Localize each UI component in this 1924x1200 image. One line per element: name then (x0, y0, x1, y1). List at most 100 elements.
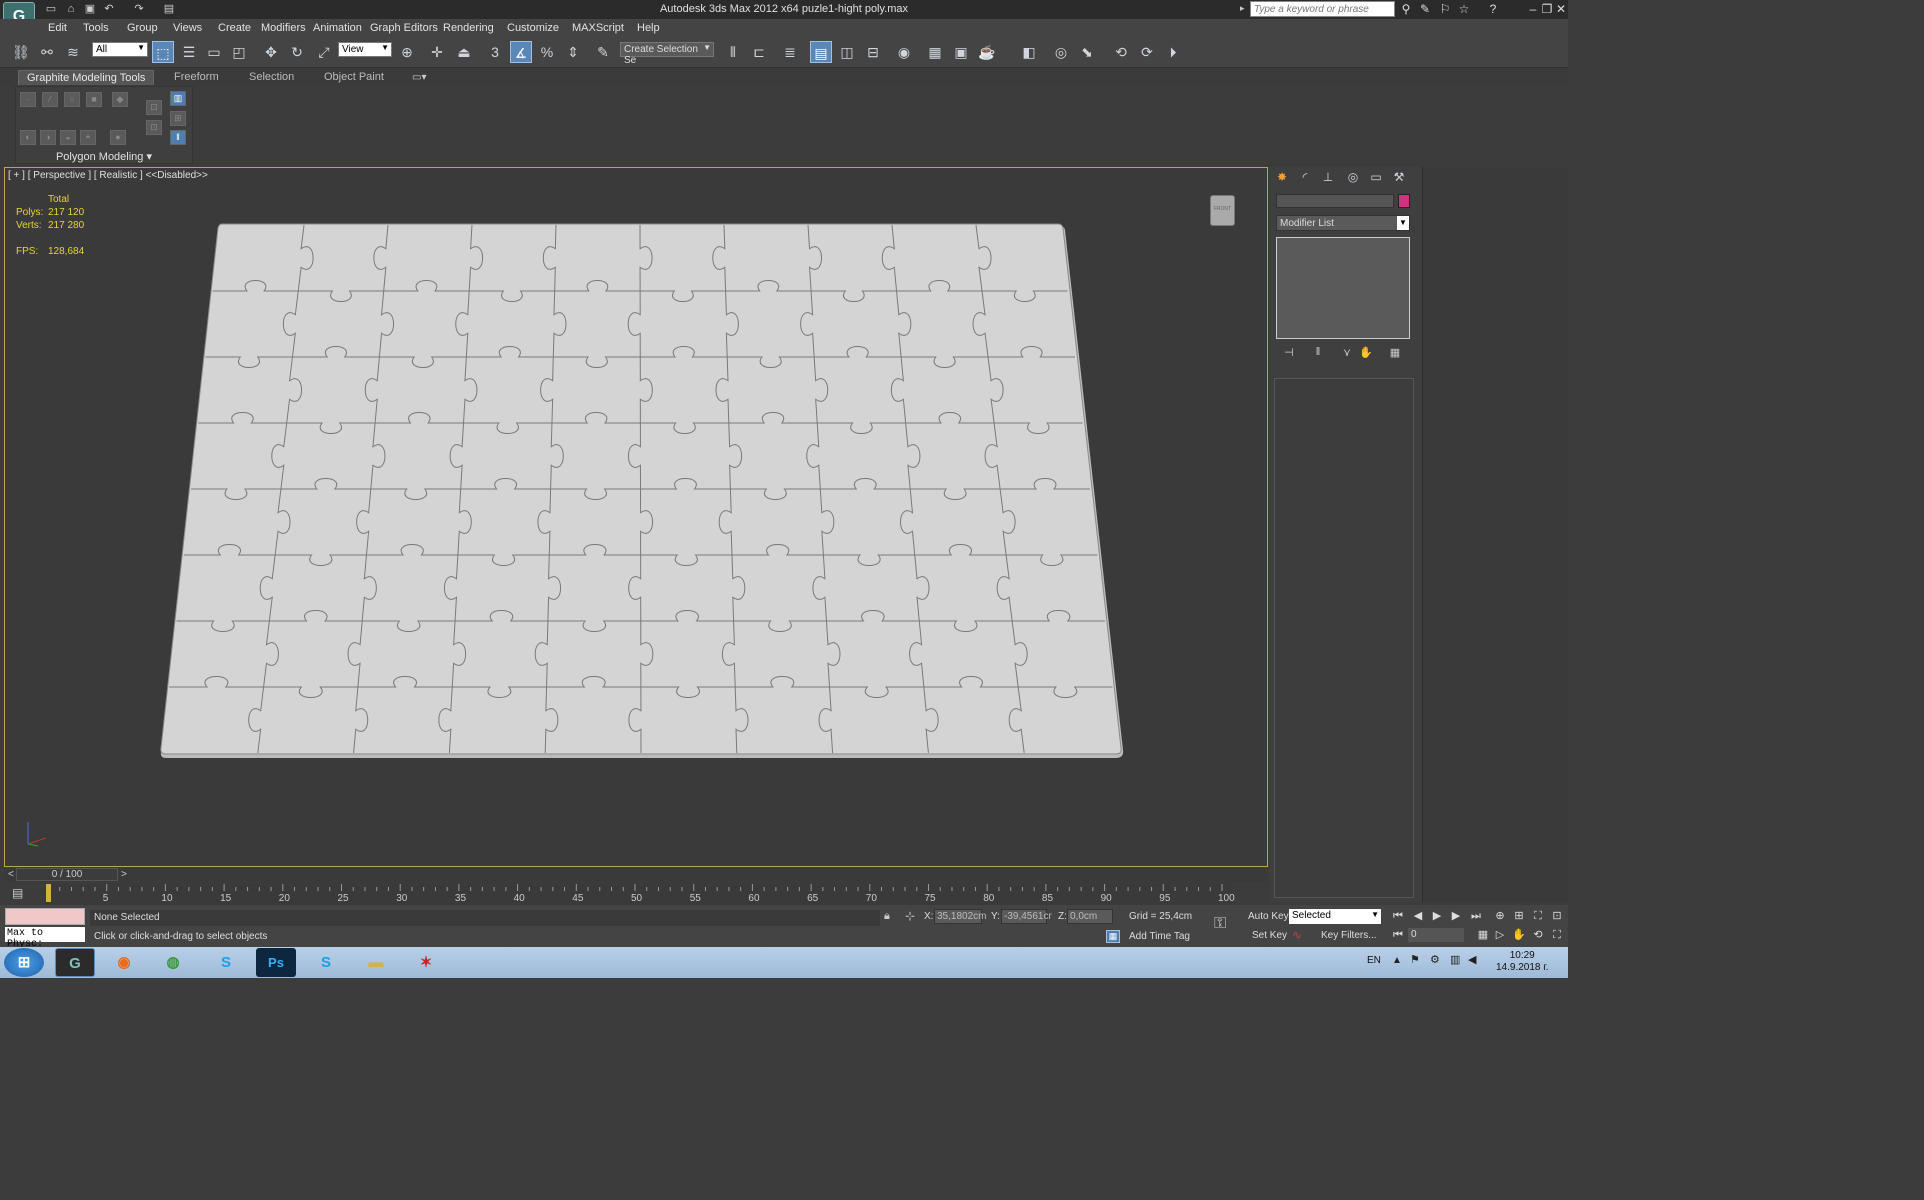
toggle-command-panel-icon[interactable]: ▥ (170, 91, 186, 106)
render-setup-icon[interactable]: ▦ (924, 41, 946, 63)
plugin-a-icon[interactable]: ◧ (1018, 41, 1040, 63)
modifier-stack[interactable] (1276, 237, 1410, 339)
search-input[interactable]: Type a keyword or phrase (1250, 1, 1395, 17)
scale-icon[interactable]: ⤢ (313, 41, 335, 63)
menu-create[interactable]: Create (218, 22, 251, 34)
rendered-frame-icon[interactable]: ▣ (950, 41, 972, 63)
menu-views[interactable]: Views (173, 22, 202, 34)
apply-editable-poly-icon[interactable]: ◓ (80, 130, 96, 145)
menu-help[interactable]: Help (637, 22, 660, 34)
swift-loop-icon[interactable]: ‖ (170, 130, 186, 145)
show-end-result-icon[interactable]: ‖ (1310, 346, 1326, 360)
menu-rendering[interactable]: Rendering (443, 22, 494, 34)
y-coordinate-field[interactable]: -39,4561cr (1001, 909, 1052, 924)
taskbar-explorer-icon[interactable]: ▬ (356, 948, 396, 977)
prev-frame-arrow[interactable]: < (8, 869, 14, 880)
rectangular-selection-icon[interactable]: ▭ (203, 41, 225, 63)
menu-group[interactable]: Group (127, 22, 158, 34)
graphite-toggle-icon[interactable]: ▤ (810, 41, 832, 63)
element-icon[interactable]: ◆ (112, 92, 128, 107)
tab-graphite-modeling-tools[interactable]: Graphite Modeling Tools (18, 70, 155, 85)
next-frame-arrow[interactable]: > (121, 869, 127, 880)
add-time-tag-button[interactable]: Add Time Tag (1129, 931, 1190, 942)
taskbar-photoshop-icon[interactable]: Ps (256, 948, 296, 977)
polygon-modeling-dropdown[interactable]: Polygon Modeling ▾ (15, 150, 193, 164)
tab-selection[interactable]: Selection (241, 70, 302, 85)
taskbar-skype-icon[interactable]: S (206, 948, 246, 977)
volume-icon[interactable]: ◀ (1468, 953, 1476, 966)
angle-snap-icon[interactable]: ∡ (510, 41, 532, 63)
select-object-icon[interactable]: ⬚ (152, 41, 174, 63)
puzzle-model[interactable] (158, 222, 1126, 768)
time-slider-thumb[interactable]: 0 / 100 (16, 868, 118, 881)
spinner-snap-icon[interactable]: ⇕ (562, 41, 584, 63)
clock[interactable]: 10:29 14.9.2018 г. (1496, 950, 1548, 974)
search-expand-icon[interactable]: ▸ (1240, 3, 1245, 14)
unlink-icon[interactable]: ⚯ (36, 41, 58, 63)
previous-frame-icon[interactable]: ◀ (1410, 909, 1426, 923)
rotate-icon[interactable]: ↻ (286, 41, 308, 63)
selection-lock-icon[interactable]: 🔒︎ (884, 910, 890, 923)
orbit-icon[interactable]: ⟲ (1530, 928, 1546, 942)
align-icon[interactable]: ⊏ (748, 41, 770, 63)
schematic-view-icon[interactable]: ⊟ (862, 41, 884, 63)
snaps-toggle-icon[interactable]: 3 (484, 41, 506, 63)
next-frame-icon[interactable]: ▶ (1448, 909, 1464, 923)
maximize-viewport-icon[interactable]: ⛶ (1549, 928, 1565, 942)
go-to-end-icon[interactable]: ⏭ (1468, 909, 1484, 923)
current-frame-field[interactable]: 0 (1408, 928, 1464, 942)
x-coordinate-field[interactable]: 35,1802cm (934, 909, 986, 924)
layer-manager-icon[interactable]: ≣ (779, 41, 801, 63)
viewcube[interactable]: FRONT (1210, 195, 1235, 226)
border-icon[interactable]: ○ (64, 92, 80, 107)
selection-filter-dropdown[interactable]: All ▼ (92, 42, 148, 57)
object-color-swatch[interactable] (1398, 194, 1410, 208)
tray-expand-icon[interactable]: ▲ (1392, 955, 1402, 966)
quickslice-icon[interactable]: ● (110, 130, 126, 145)
play-icon[interactable]: ▶ (1429, 909, 1445, 923)
vertex-icon[interactable]: · (20, 92, 36, 107)
taskbar-firefox-icon[interactable]: ◉ (104, 948, 144, 977)
zoom-extents-all-icon[interactable]: ⊡ (1549, 909, 1565, 923)
utilities-tab-icon[interactable]: ⚒ (1390, 170, 1408, 186)
tab-freeform[interactable]: Freeform (166, 70, 227, 85)
taskbar-chrome-icon[interactable]: ◍ (153, 948, 193, 977)
restore-icon[interactable]: ❐ (1540, 2, 1554, 16)
remove-modifier-icon[interactable]: ✋ (1358, 346, 1374, 360)
plugin-b-icon[interactable]: ◎ (1050, 41, 1072, 63)
menu-modifiers[interactable]: Modifiers (261, 22, 306, 34)
object-name-field[interactable] (1276, 194, 1394, 208)
pan-view-icon[interactable]: ✋ (1511, 928, 1527, 942)
tray-app-icon[interactable]: ⚙ (1430, 953, 1440, 966)
preview-icon[interactable]: ⊡ (146, 120, 162, 135)
field-of-view-icon[interactable]: ▷ (1492, 928, 1508, 942)
create-tab-icon[interactable]: ✸ (1273, 170, 1291, 186)
subscription-icon[interactable]: ✎ (1418, 2, 1432, 16)
go-to-start-icon[interactable]: ⏮ (1390, 909, 1406, 923)
generate-topology-icon[interactable]: ◐ (20, 130, 36, 145)
ribbon-options-icon[interactable]: ▭▾ (412, 72, 426, 83)
modify-tab-icon[interactable]: ◜ (1296, 170, 1314, 186)
zoom-all-icon[interactable]: ⊞ (1511, 909, 1527, 923)
time-tag-icon[interactable]: ▦ (1106, 930, 1120, 943)
absolute-mode-icon[interactable]: ⊹ (905, 909, 915, 923)
favorites-star-icon[interactable]: ☆ (1457, 2, 1471, 16)
key-mode-toggle-icon[interactable]: ⏮ (1390, 928, 1406, 942)
pin-stack-icon[interactable]: ⊣ (1281, 346, 1297, 360)
use-soft-selection-icon[interactable]: ⊞ (170, 111, 186, 126)
help-icon[interactable]: ? (1486, 2, 1500, 16)
z-coordinate-field[interactable]: 0,0cm (1067, 909, 1113, 924)
maxscript-listener-output[interactable]: Max to Physc: (5, 927, 85, 950)
select-manipulate-icon[interactable]: ✛ (426, 41, 448, 63)
motion-tab-icon[interactable]: ◎ (1344, 170, 1362, 186)
pivot-center-icon[interactable]: ⊕ (396, 41, 418, 63)
polygon-icon[interactable]: ■ (86, 92, 102, 107)
display-tab-icon[interactable]: ▭ (1367, 170, 1385, 186)
window-crossing-icon[interactable]: ◰ (228, 41, 250, 63)
menu-customize[interactable]: Customize (507, 22, 559, 34)
default-tangents-icon[interactable]: ∿ (1292, 928, 1302, 942)
hierarchy-tab-icon[interactable]: ⊥ (1319, 170, 1337, 186)
percent-snap-icon[interactable]: % (536, 41, 558, 63)
key-mode-dropdown[interactable]: Selected ▼ (1289, 909, 1381, 924)
time-configuration-icon[interactable]: ▦ (1475, 928, 1491, 942)
